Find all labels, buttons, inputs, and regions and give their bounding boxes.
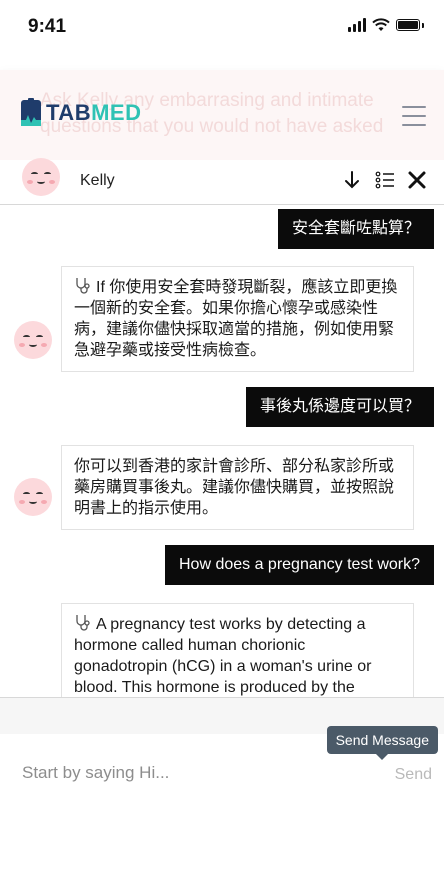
status-icons [348,18,424,32]
logo-wordmark: TABMED [46,100,141,126]
user-message-text: How does a pregnancy test work? [178,556,420,573]
bot-message-text: 你可以到香港的家計會診所、部分私家診所或藥房購買事後丸。建議你儘快購買，並按照說… [74,458,395,517]
kelly-avatar [14,478,52,516]
kelly-avatar [14,321,52,359]
app-header: Ask Kelly any embarrasing and intimate q… [0,70,444,160]
message-list[interactable]: 安全套斷咗點算？ If 你使用安全套時發現斷裂，應該立即更換一個新的安全套。如果… [0,205,444,700]
bot-message: A pregnancy test works by detecting a ho… [61,603,414,700]
close-icon[interactable] [407,170,427,190]
arrow-down-icon[interactable] [343,170,361,190]
list-icon[interactable] [375,170,395,190]
kelly-avatar [22,158,60,196]
stethoscope-icon [76,278,90,294]
stethoscope-icon [76,615,90,631]
battery-icon [396,19,420,31]
logo-mark-icon [21,98,41,126]
bot-message-text: A pregnancy test works by detecting a ho… [74,616,372,696]
chat-header: Kelly [0,158,444,205]
battery-tip [422,22,424,28]
user-message: How does a pregnancy test work? [164,545,434,585]
cellular-signal-icon [348,18,366,32]
tabmed-logo[interactable]: TABMED [20,98,141,128]
bot-name: Kelly [80,172,115,189]
logo-tab-text: TAB [46,100,92,125]
status-time: 9:41 [28,16,67,37]
bot-message: 你可以到香港的家計會診所、部分私家診所或藥房購買事後丸。建議你儘快購買，並按照說… [61,445,414,530]
user-message-text: 事後丸係邊度可以買？ [259,398,420,415]
bot-message-text: If 你使用安全套時發現斷裂，應該立即更換一個新的安全套。如果你擔心懷孕或感染性… [74,279,398,359]
message-input[interactable] [20,758,354,788]
send-message-tooltip: Send Message [326,726,438,760]
user-message: 事後丸係邊度可以買？ [245,387,434,427]
wifi-icon [372,18,390,31]
hamburger-menu-icon[interactable] [402,106,426,126]
status-bar: 9:41 [0,0,444,52]
logo-med-text: MED [91,100,142,125]
user-message: 安全套斷咗點算？ [277,209,434,249]
bottom-blank-area [0,806,444,888]
send-button[interactable]: Send [395,766,432,784]
bot-message: If 你使用安全套時發現斷裂，應該立即更換一個新的安全套。如果你擔心懷孕或感染性… [61,266,414,372]
user-message-text: 安全套斷咗點算？ [291,220,420,237]
